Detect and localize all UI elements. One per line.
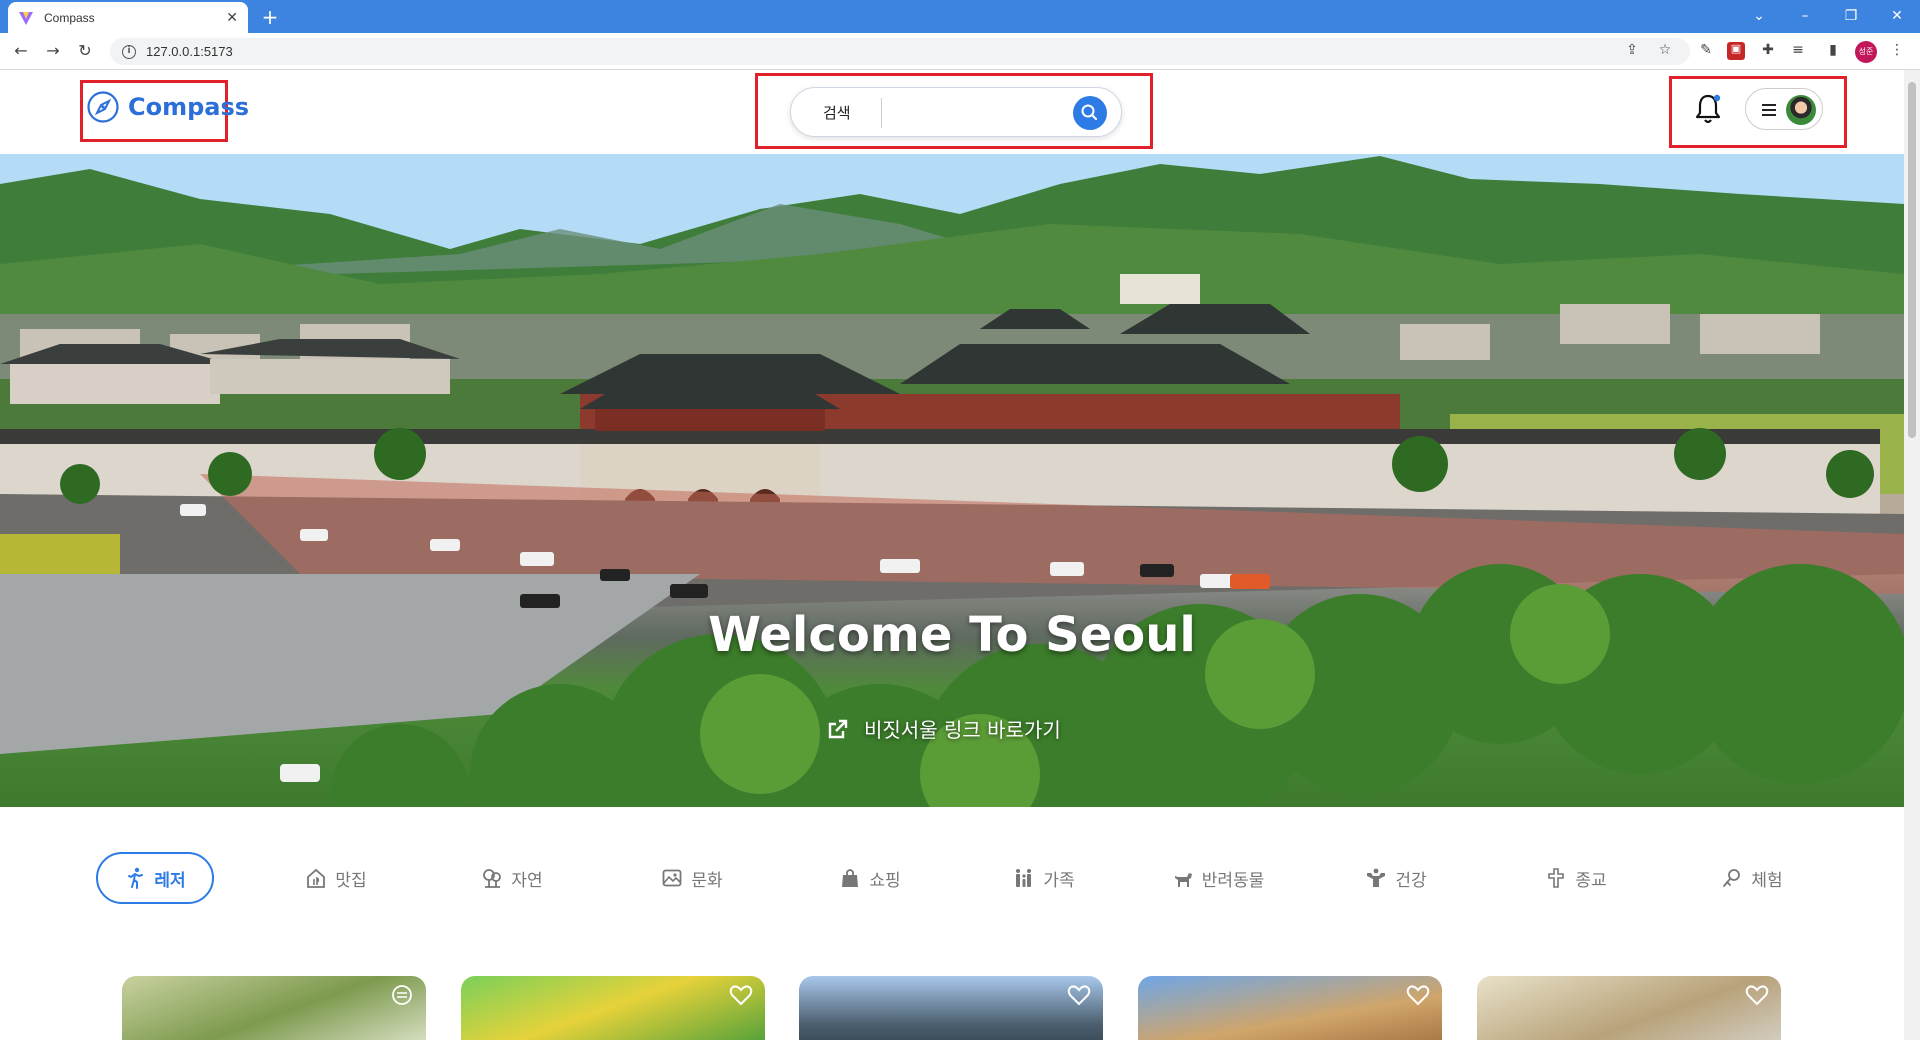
family-icon	[1016, 869, 1032, 887]
external-link-icon	[828, 719, 848, 738]
category-tab-shopping[interactable]: 쇼핑	[830, 852, 910, 904]
category-tabs: 레저 맛집 자연 문화 쇼핑 가족 반려동물 건강 종교 체험	[0, 852, 1904, 908]
user-avatar	[1786, 95, 1816, 125]
eyedropper-extension-icon[interactable]: ✎	[1697, 42, 1715, 60]
cross-icon	[1548, 868, 1565, 888]
category-label: 가족	[1043, 870, 1075, 891]
visit-seoul-link[interactable]: 비짓서울 링크 바로가기	[826, 714, 1061, 743]
browser-toolbar: ← → ↻ i 127.0.0.1:5173 ⇪ ☆ ✎ ▣ ✚ ≡ ▮ 성준 …	[0, 33, 1920, 70]
reload-icon[interactable]: ↻	[74, 41, 96, 63]
place-card[interactable]	[799, 976, 1103, 1040]
fitness-icon	[1367, 868, 1386, 887]
visit-seoul-link-text: 비짓서울 링크 바로가기	[864, 718, 1061, 742]
back-icon[interactable]: ←	[10, 41, 32, 63]
category-tab-nature[interactable]: 자연	[472, 852, 552, 904]
reading-list-icon[interactable]: ≡	[1789, 42, 1807, 60]
category-label: 체험	[1751, 870, 1783, 891]
extensions-puzzle-icon[interactable]: ✚	[1759, 42, 1777, 60]
category-tab-experience[interactable]: 체험	[1712, 852, 1792, 904]
place-card[interactable]	[461, 976, 765, 1040]
share-icon[interactable]: ⇪	[1623, 42, 1641, 60]
red-extension-icon[interactable]: ▣	[1727, 42, 1745, 60]
hero-banner: Welcome To Seoul 비짓서울 링크 바로가기	[0, 154, 1904, 807]
experience-icon	[1723, 869, 1741, 887]
forward-icon[interactable]: →	[42, 41, 64, 63]
address-url: 127.0.0.1:5173	[146, 44, 233, 59]
browser-profile-avatar[interactable]: 성준	[1855, 41, 1877, 63]
dog-icon	[1174, 873, 1192, 887]
side-panel-icon[interactable]: ▮	[1824, 42, 1842, 60]
page-viewport: Compass 검색 Welcome To Seoul 비짓서울 링크 바로가기…	[0, 70, 1904, 1040]
window-close-icon[interactable]: ✕	[1874, 4, 1920, 28]
address-bar[interactable]: i 127.0.0.1:5173	[110, 38, 1690, 65]
user-menu-button[interactable]	[1745, 88, 1823, 130]
hamburger-menu-icon	[1762, 104, 1776, 116]
restore-icon[interactable]: ❐	[1828, 4, 1874, 28]
minimize-icon[interactable]: –	[1782, 4, 1828, 28]
category-label: 반려동물	[1201, 870, 1265, 891]
category-label: 문화	[691, 870, 723, 891]
logo-text: Compass	[128, 93, 250, 121]
category-tab-health[interactable]: 건강	[1356, 852, 1436, 904]
gallery-icon	[662, 869, 682, 887]
tab-close-icon[interactable]: ✕	[226, 10, 238, 26]
tab-title: Compass	[44, 10, 95, 25]
category-tab-culture[interactable]: 문화	[652, 852, 732, 904]
vite-favicon-icon	[19, 11, 33, 25]
tree-icon	[483, 869, 502, 888]
search-label: 검색	[823, 104, 851, 122]
heart-icon[interactable]	[1745, 984, 1769, 1006]
compass-icon	[87, 91, 119, 123]
browser-menu-icon[interactable]: ⋮	[1888, 42, 1906, 60]
category-tab-religion[interactable]: 종교	[1536, 852, 1616, 904]
heart-icon[interactable]	[1406, 984, 1430, 1006]
browser-tab[interactable]: Compass ✕	[8, 2, 248, 33]
site-logo[interactable]: Compass	[86, 90, 249, 124]
restaurant-icon	[307, 868, 326, 888]
new-tab-icon[interactable]: +	[258, 5, 282, 29]
place-card[interactable]	[1138, 976, 1442, 1040]
category-label: 레저	[154, 870, 186, 891]
tab-search-icon[interactable]: ⌄	[1736, 4, 1782, 28]
page-scrollbar[interactable]	[1904, 70, 1920, 1040]
scrollbar-thumb[interactable]	[1908, 82, 1916, 438]
notification-bell-icon[interactable]	[1693, 92, 1723, 126]
more-icon[interactable]	[390, 984, 414, 1006]
hero-title: Welcome To Seoul	[708, 607, 1196, 663]
seoul-palace-photo	[0, 154, 1904, 807]
category-label: 쇼핑	[869, 870, 901, 891]
category-label: 종교	[1575, 870, 1607, 891]
shopping-bag-icon	[842, 869, 859, 887]
search-button[interactable]	[1073, 96, 1107, 130]
search-input[interactable]	[891, 98, 1061, 128]
category-label: 자연	[511, 870, 543, 891]
category-tab-family[interactable]: 가족	[1004, 852, 1084, 904]
place-card[interactable]	[122, 976, 426, 1040]
heart-icon[interactable]	[729, 984, 753, 1006]
bookmark-star-icon[interactable]: ☆	[1656, 42, 1674, 60]
search-icon	[1081, 104, 1098, 121]
category-label: 맛집	[335, 870, 367, 891]
category-tab-restaurants[interactable]: 맛집	[296, 852, 376, 904]
category-tab-leisure[interactable]: 레저	[96, 852, 214, 904]
browser-tab-strip: Compass ✕ + ⌄ – ❐ ✕	[0, 0, 1920, 33]
category-tab-pets[interactable]: 반려동물	[1166, 852, 1270, 904]
search-bar: 검색	[790, 87, 1122, 137]
search-divider	[881, 98, 882, 128]
place-card[interactable]	[1477, 976, 1781, 1040]
category-label: 건강	[1395, 870, 1427, 891]
site-info-icon[interactable]: i	[122, 44, 136, 59]
heart-icon[interactable]	[1067, 984, 1091, 1006]
site-header: Compass 검색	[0, 70, 1904, 154]
runner-icon	[128, 867, 144, 889]
